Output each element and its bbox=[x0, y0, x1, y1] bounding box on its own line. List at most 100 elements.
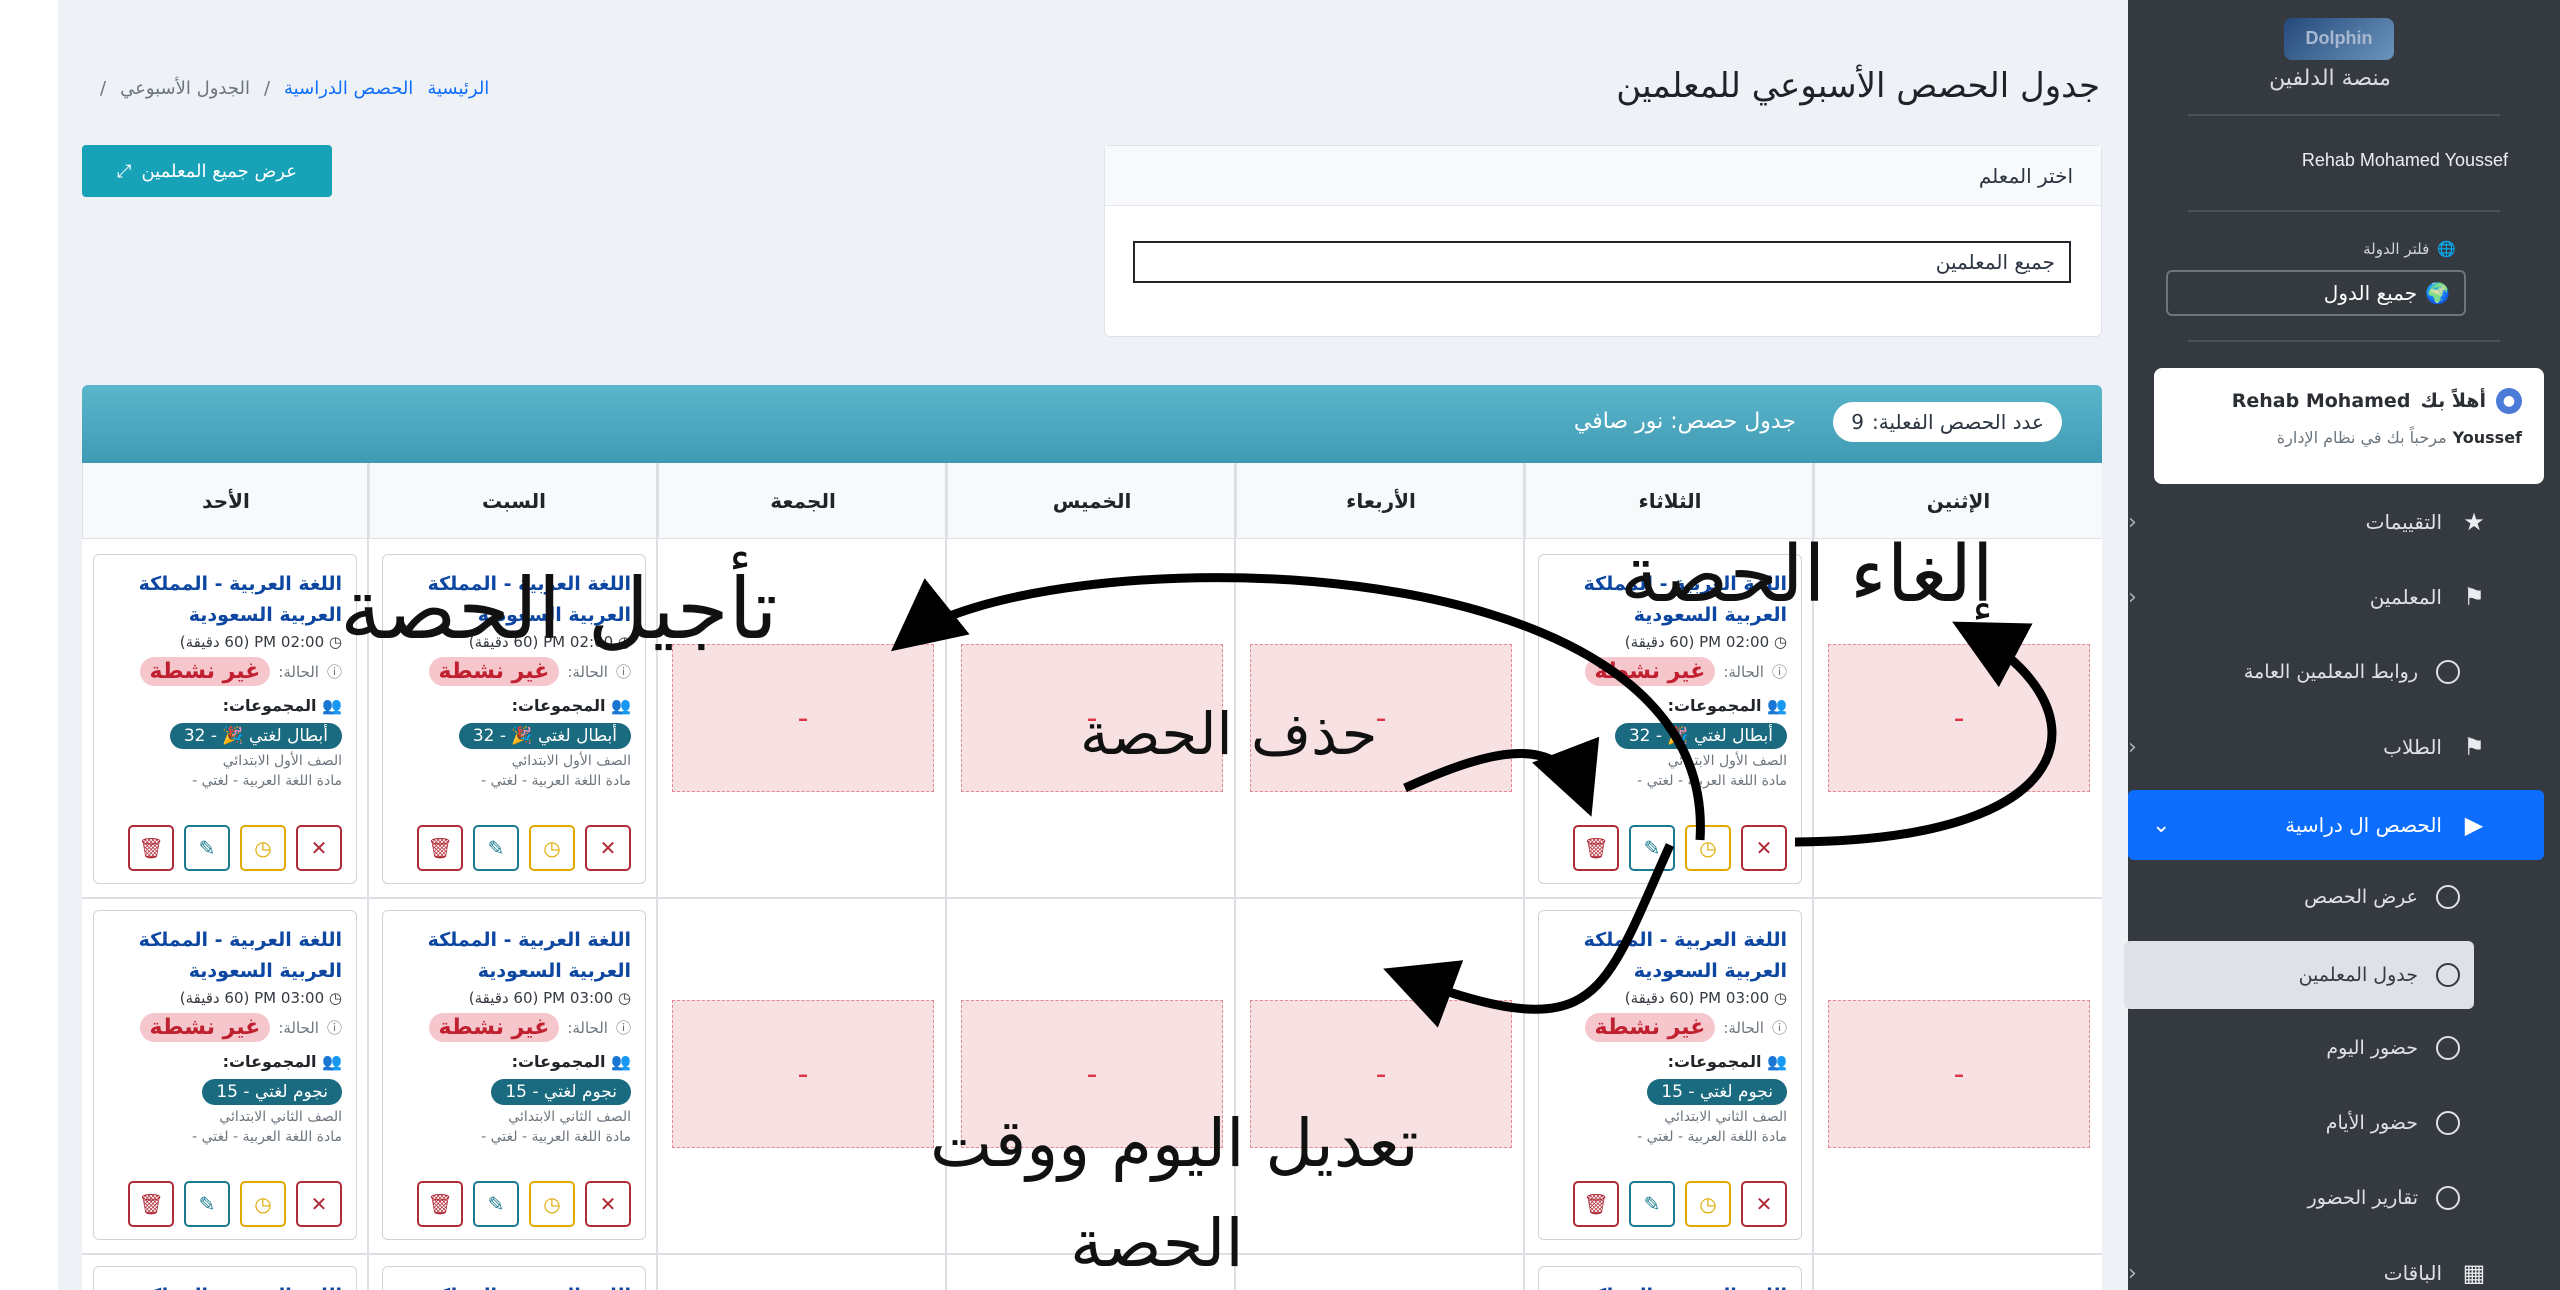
delete-session-button[interactable]: 🗑 bbox=[128, 825, 174, 871]
page-title: جدول الحصص الأسبوعي للمعلمين bbox=[1616, 66, 2100, 106]
sidebar-item-view-sessions[interactable]: عرض الحصص bbox=[2130, 869, 2460, 925]
annotation-postpone: تأجيل الحصة bbox=[340, 560, 778, 658]
day-header-friday: الجمعة bbox=[658, 463, 947, 539]
sidebar-item-teachers-schedule[interactable]: جدول المعلمين bbox=[2124, 941, 2474, 1009]
breadcrumb: الرئيسية الحصص الدراسية / الجدول الأسبوع… bbox=[100, 78, 489, 99]
circle-icon bbox=[2436, 1036, 2460, 1060]
postpone-session-button[interactable]: ◷ bbox=[529, 1181, 575, 1227]
session-actions: ✕ ◷ ✎ 🗑 bbox=[128, 825, 342, 871]
sidebar-item-attendance-reports[interactable]: تقارير الحضور bbox=[2130, 1170, 2460, 1226]
sidebar-user-name[interactable]: Rehab Mohamed Youssef bbox=[2302, 150, 2508, 171]
annotation-edit-line1: تعديل اليوم ووقت bbox=[930, 1105, 1419, 1182]
empty-slot[interactable]: - bbox=[1828, 644, 2090, 792]
delete-session-button[interactable]: 🗑 bbox=[128, 1181, 174, 1227]
empty-slot[interactable]: - bbox=[1828, 1000, 2090, 1148]
show-all-label: عرض جميع المعلمين bbox=[141, 160, 297, 182]
session-time: ◷ 02:00 PM (60 دقيقة) bbox=[108, 633, 342, 651]
teacher-select[interactable]: جميع المعلمين bbox=[1133, 241, 2071, 283]
delete-session-button[interactable]: 🗑 bbox=[417, 825, 463, 871]
session-time-text: 03:00 PM (60 دقيقة) bbox=[468, 989, 614, 1007]
session-actions: ✕ ◷ ✎ 🗑 bbox=[1573, 1181, 1787, 1227]
student-icon: ⚑ bbox=[2463, 733, 2485, 761]
status-label: الحالة: bbox=[1723, 662, 1764, 681]
cancel-session-button[interactable]: ✕ bbox=[296, 1181, 342, 1227]
cancel-session-button[interactable]: ✕ bbox=[1741, 825, 1787, 871]
trash-icon: 🗑 bbox=[427, 1192, 453, 1216]
clock-icon: ◷ bbox=[543, 1192, 561, 1216]
delete-session-button[interactable]: 🗑 bbox=[417, 1181, 463, 1227]
sidebar-item-teacher-links[interactable]: روابط المعلمين العامة bbox=[2130, 644, 2460, 700]
users-icon: 👥 bbox=[605, 696, 631, 715]
empty-slot[interactable]: - bbox=[672, 1000, 934, 1148]
users-icon: 👥 bbox=[316, 1052, 342, 1071]
groups-heading: 👥 المجموعات: bbox=[108, 696, 342, 715]
postpone-session-button[interactable]: ◷ bbox=[240, 825, 286, 871]
sidebar-item-sessions[interactable]: ▶ الحصص ال دراسية ⌄ bbox=[2128, 790, 2544, 860]
globe-icon: 🌐 bbox=[2437, 240, 2456, 258]
session-actions: ✕ ◷ ✎ 🗑 bbox=[417, 825, 631, 871]
user-circle-icon: ● bbox=[2496, 388, 2522, 414]
grade-text: الصف الأول الابتدائي bbox=[222, 753, 342, 769]
edit-session-button[interactable]: ✎ bbox=[1629, 1181, 1675, 1227]
grade-text: الصف الأول الابتدائي bbox=[1667, 753, 1787, 769]
sidebar-item-label: التقييمات bbox=[2365, 510, 2442, 534]
clock-icon: ◷ bbox=[254, 1192, 272, 1216]
edit-session-button[interactable]: ✎ bbox=[184, 825, 230, 871]
cancel-session-button[interactable]: ✕ bbox=[585, 1181, 631, 1227]
empty-slot[interactable]: - bbox=[672, 644, 934, 792]
sidebar-item-students[interactable]: ⚑ الطلاب ‹ bbox=[2128, 719, 2488, 775]
cancel-session-button[interactable]: ✕ bbox=[296, 825, 342, 871]
status-badge: غير نشطة bbox=[1584, 1013, 1716, 1042]
logo-text: Dolphin bbox=[2305, 28, 2373, 48]
trash-icon: 🗑 bbox=[1583, 836, 1609, 860]
session-count-label: عدد الحصص الفعلية: bbox=[1872, 410, 2044, 434]
trash-icon: 🗑 bbox=[138, 836, 164, 860]
grade-text: الصف الثاني الابتدائي bbox=[508, 1109, 631, 1125]
session-title: اللغة العربية - المملكة العربية السعودية bbox=[397, 1281, 631, 1290]
sidebar-item-evaluations[interactable]: ★ التقييمات ‹ bbox=[2128, 494, 2488, 550]
sidebar-item-today-attendance[interactable]: حضور اليوم bbox=[2130, 1020, 2460, 1076]
cancel-session-button[interactable]: ✕ bbox=[1741, 1181, 1787, 1227]
session-status: ⓘ الحالة: غير نشطة bbox=[108, 657, 342, 686]
status-label: الحالة: bbox=[567, 1018, 608, 1037]
group-pill: نجوم لغتي - 15 bbox=[1647, 1079, 1787, 1105]
subject-text: مادة اللغة العربية - لغتي - bbox=[481, 773, 631, 789]
delete-session-button[interactable]: 🗑 bbox=[1573, 825, 1619, 871]
cancel-session-button[interactable]: ✕ bbox=[585, 825, 631, 871]
group-pill: أبطال لغتي 🎉 - 32 bbox=[1614, 723, 1787, 749]
session-title: اللغة العربية - المملكة العربية السعودية bbox=[427, 929, 631, 982]
schedule-header: عدد الحصص الفعلية: 9 جدول حصص: نور صافي bbox=[82, 385, 2102, 463]
country-filter-select[interactable]: 🌍 جميع الدول bbox=[2166, 270, 2466, 316]
show-all-teachers-button[interactable]: عرض جميع المعلمين ⤢ bbox=[82, 145, 332, 197]
close-icon: ✕ bbox=[310, 836, 328, 860]
sidebar-item-label: روابط المعلمين العامة bbox=[2243, 661, 2418, 683]
edit-session-button[interactable]: ✎ bbox=[1629, 825, 1675, 871]
clock-icon: ◷ bbox=[1699, 1192, 1717, 1216]
breadcrumb-sessions[interactable]: الحصص الدراسية bbox=[284, 78, 413, 99]
logo: Dolphin bbox=[2284, 18, 2394, 60]
group-pill: نجوم لغتي - 15 bbox=[491, 1079, 631, 1105]
session-actions: ✕ ◷ ✎ 🗑 bbox=[417, 1181, 631, 1227]
edit-session-button[interactable]: ✎ bbox=[473, 1181, 519, 1227]
circle-icon bbox=[2436, 660, 2460, 684]
edit-session-button[interactable]: ✎ bbox=[473, 825, 519, 871]
info-icon: ⓘ bbox=[326, 663, 342, 681]
brand[interactable]: Dolphin منصة الدلفين bbox=[2260, 14, 2400, 91]
country-filter-label: 🌐 فلتر الدولة bbox=[2363, 240, 2456, 258]
edit-session-button[interactable]: ✎ bbox=[184, 1181, 230, 1227]
delete-session-button[interactable]: 🗑 bbox=[1573, 1181, 1619, 1227]
postpone-session-button[interactable]: ◷ bbox=[240, 1181, 286, 1227]
empty-mark: - bbox=[797, 700, 809, 736]
sidebar-item-packages[interactable]: ▦ الباقات ‹ bbox=[2128, 1245, 2488, 1290]
info-icon: ⓘ bbox=[615, 663, 631, 681]
close-icon: ✕ bbox=[599, 836, 617, 860]
sidebar-item-teachers[interactable]: ⚑ المعلمين ‹ bbox=[2128, 569, 2488, 625]
postpone-session-button[interactable]: ◷ bbox=[1685, 825, 1731, 871]
empty-mark: - bbox=[1086, 1056, 1098, 1092]
postpone-session-button[interactable]: ◷ bbox=[529, 825, 575, 871]
breadcrumb-home[interactable]: الرئيسية bbox=[427, 78, 489, 99]
grade-text: الصف الثاني الابتدائي bbox=[219, 1109, 342, 1125]
postpone-session-button[interactable]: ◷ bbox=[1685, 1181, 1731, 1227]
groups-label: المجموعات: bbox=[511, 1052, 606, 1071]
sidebar-item-days-attendance[interactable]: حضور الأيام bbox=[2130, 1095, 2460, 1151]
